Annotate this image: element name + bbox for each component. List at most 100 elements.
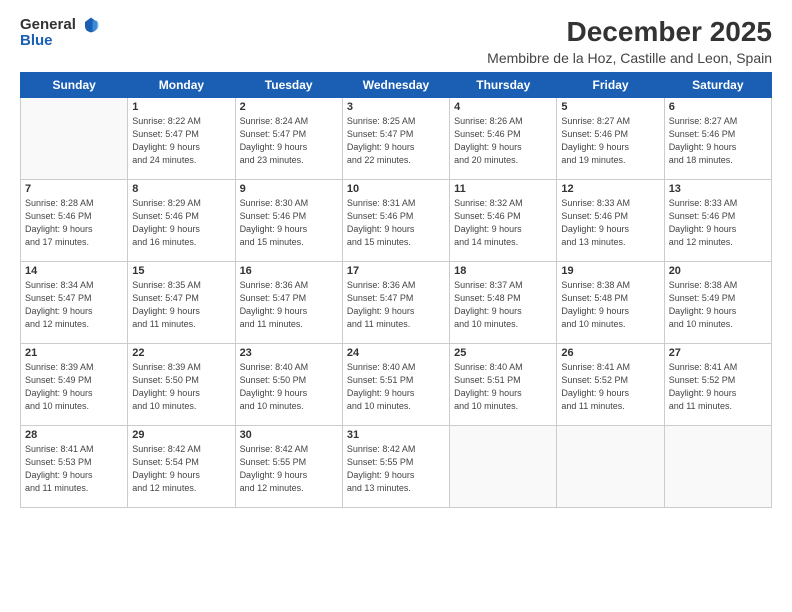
- day-number: 16: [240, 265, 338, 277]
- calendar-cell: 30 Sunrise: 8:42 AM Sunset: 5:55 PM Dayli…: [235, 426, 342, 508]
- day-number: 9: [240, 183, 338, 195]
- calendar-cell: 4Sunrise: 8:26 AM Sunset: 5:46 PM Daylig…: [450, 98, 557, 180]
- day-info: Sunrise: 8:29 AM Sunset: 5:46 PM Dayligh…: [132, 197, 230, 249]
- calendar-table: Sunday Monday Tuesday Wednesday Thursday…: [20, 72, 772, 508]
- header-wednesday: Wednesday: [342, 73, 449, 98]
- calendar-week-row-3: 14 Sunrise: 8:34 AM Sunset: 5:47 PM Dayli…: [21, 262, 772, 344]
- calendar-cell: 28Sunrise: 8:41 AM Sunset: 5:53 PM Dayli…: [21, 426, 128, 508]
- day-number: 23: [240, 347, 338, 359]
- calendar-cell: 16Sunrise: 8:36 AM Sunset: 5:47 PM Dayli…: [235, 262, 342, 344]
- day-number: 19: [561, 265, 659, 277]
- calendar-cell: 19 Sunrise: 8:38 AM Sunset: 5:48 PM Dayli…: [557, 262, 664, 344]
- calendar-cell: 2Sunrise: 8:24 AM Sunset: 5:47 PM Daylig…: [235, 98, 342, 180]
- calendar-cell: 11 Sunrise: 8:32 AM Sunset: 5:46 PM Dayli…: [450, 180, 557, 262]
- page: General Blue December 2025 Membibre de l…: [0, 0, 792, 612]
- header-tuesday: Tuesday: [235, 73, 342, 98]
- logo-blue: Blue: [20, 32, 100, 49]
- logo: General Blue: [20, 16, 100, 49]
- calendar-body: 1 Sunrise: 8:22 AM Sunset: 5:47 PM Daylig…: [21, 98, 772, 508]
- calendar-week-row-4: 21 Sunrise: 8:39 AM Sunset: 5:49 PM Dayli…: [21, 344, 772, 426]
- calendar-week-row-1: 1 Sunrise: 8:22 AM Sunset: 5:47 PM Daylig…: [21, 98, 772, 180]
- title-block: December 2025 Membibre de la Hoz, Castil…: [487, 16, 772, 66]
- day-info: Sunrise: 8:35 AM Sunset: 5:47 PM Dayligh…: [132, 279, 230, 331]
- calendar-cell: 15 Sunrise: 8:35 AM Sunset: 5:47 PM Dayli…: [128, 262, 235, 344]
- calendar-cell: 20 Sunrise: 8:38 AM Sunset: 5:49 PM Dayli…: [664, 262, 771, 344]
- month-title: December 2025: [487, 16, 772, 48]
- calendar-cell: 27 Sunrise: 8:41 AM Sunset: 5:52 PM Dayli…: [664, 344, 771, 426]
- day-info: Sunrise: 8:22 AM Sunset: 5:47 PM Dayligh…: [132, 115, 230, 167]
- header-monday: Monday: [128, 73, 235, 98]
- day-number: 29: [132, 429, 230, 441]
- calendar-cell: 17Sunrise: 8:36 AM Sunset: 5:47 PM Dayli…: [342, 262, 449, 344]
- calendar-cell: 12 Sunrise: 8:33 AM Sunset: 5:46 PM Dayli…: [557, 180, 664, 262]
- day-info: Sunrise: 8:31 AM Sunset: 5:46 PM Dayligh…: [347, 197, 445, 249]
- calendar-cell: [21, 98, 128, 180]
- day-number: 12: [561, 183, 659, 195]
- day-number: 6: [669, 101, 767, 113]
- calendar-cell: 9 Sunrise: 8:30 AM Sunset: 5:46 PM Daylig…: [235, 180, 342, 262]
- calendar-cell: 7 Sunrise: 8:28 AM Sunset: 5:46 PM Daylig…: [21, 180, 128, 262]
- day-number: 14: [25, 265, 123, 277]
- day-info: Sunrise: 8:42 AM Sunset: 5:55 PM Dayligh…: [347, 443, 445, 495]
- day-number: 7: [25, 183, 123, 195]
- day-info: Sunrise: 8:28 AM Sunset: 5:46 PM Dayligh…: [25, 197, 123, 249]
- calendar-cell: 31 Sunrise: 8:42 AM Sunset: 5:55 PM Dayli…: [342, 426, 449, 508]
- day-info: Sunrise: 8:33 AM Sunset: 5:46 PM Dayligh…: [561, 197, 659, 249]
- calendar-cell: [557, 426, 664, 508]
- calendar-cell: 22Sunrise: 8:39 AM Sunset: 5:50 PM Dayli…: [128, 344, 235, 426]
- day-number: 3: [347, 101, 445, 113]
- day-number: 17: [347, 265, 445, 277]
- day-info: Sunrise: 8:34 AM Sunset: 5:47 PM Dayligh…: [25, 279, 123, 331]
- day-number: 21: [25, 347, 123, 359]
- calendar-cell: 21 Sunrise: 8:39 AM Sunset: 5:49 PM Dayli…: [21, 344, 128, 426]
- header-saturday: Saturday: [664, 73, 771, 98]
- day-number: 11: [454, 183, 552, 195]
- day-number: 30: [240, 429, 338, 441]
- weekday-header-row: Sunday Monday Tuesday Wednesday Thursday…: [21, 73, 772, 98]
- calendar-week-row-5: 28Sunrise: 8:41 AM Sunset: 5:53 PM Dayli…: [21, 426, 772, 508]
- calendar-cell: 8 Sunrise: 8:29 AM Sunset: 5:46 PM Daylig…: [128, 180, 235, 262]
- day-info: Sunrise: 8:39 AM Sunset: 5:49 PM Dayligh…: [25, 361, 123, 413]
- day-number: 24: [347, 347, 445, 359]
- day-info: Sunrise: 8:41 AM Sunset: 5:52 PM Dayligh…: [669, 361, 767, 413]
- day-info: Sunrise: 8:27 AM Sunset: 5:46 PM Dayligh…: [561, 115, 659, 167]
- calendar-cell: 5 Sunrise: 8:27 AM Sunset: 5:46 PM Daylig…: [557, 98, 664, 180]
- day-number: 20: [669, 265, 767, 277]
- calendar-cell: 13 Sunrise: 8:33 AM Sunset: 5:46 PM Dayli…: [664, 180, 771, 262]
- day-info: Sunrise: 8:38 AM Sunset: 5:48 PM Dayligh…: [561, 279, 659, 331]
- day-number: 4: [454, 101, 552, 113]
- calendar-cell: 3 Sunrise: 8:25 AM Sunset: 5:47 PM Daylig…: [342, 98, 449, 180]
- calendar-cell: 6Sunrise: 8:27 AM Sunset: 5:46 PM Daylig…: [664, 98, 771, 180]
- calendar-cell: 29 Sunrise: 8:42 AM Sunset: 5:54 PM Dayli…: [128, 426, 235, 508]
- day-info: Sunrise: 8:37 AM Sunset: 5:48 PM Dayligh…: [454, 279, 552, 331]
- header: General Blue December 2025 Membibre de l…: [20, 16, 772, 66]
- day-info: Sunrise: 8:40 AM Sunset: 5:51 PM Dayligh…: [347, 361, 445, 413]
- day-number: 22: [132, 347, 230, 359]
- calendar-cell: 25Sunrise: 8:40 AM Sunset: 5:51 PM Dayli…: [450, 344, 557, 426]
- day-number: 10: [347, 183, 445, 195]
- day-info: Sunrise: 8:30 AM Sunset: 5:46 PM Dayligh…: [240, 197, 338, 249]
- day-info: Sunrise: 8:38 AM Sunset: 5:49 PM Dayligh…: [669, 279, 767, 331]
- day-number: 1: [132, 101, 230, 113]
- day-info: Sunrise: 8:32 AM Sunset: 5:46 PM Dayligh…: [454, 197, 552, 249]
- calendar-cell: 26 Sunrise: 8:41 AM Sunset: 5:52 PM Dayli…: [557, 344, 664, 426]
- day-number: 26: [561, 347, 659, 359]
- day-info: Sunrise: 8:33 AM Sunset: 5:46 PM Dayligh…: [669, 197, 767, 249]
- day-number: 31: [347, 429, 445, 441]
- day-number: 5: [561, 101, 659, 113]
- header-friday: Friday: [557, 73, 664, 98]
- logo-icon: [82, 16, 100, 34]
- day-info: Sunrise: 8:42 AM Sunset: 5:54 PM Dayligh…: [132, 443, 230, 495]
- calendar-cell: [450, 426, 557, 508]
- header-sunday: Sunday: [21, 73, 128, 98]
- day-info: Sunrise: 8:25 AM Sunset: 5:47 PM Dayligh…: [347, 115, 445, 167]
- day-info: Sunrise: 8:41 AM Sunset: 5:52 PM Dayligh…: [561, 361, 659, 413]
- day-number: 8: [132, 183, 230, 195]
- day-number: 27: [669, 347, 767, 359]
- day-info: Sunrise: 8:42 AM Sunset: 5:55 PM Dayligh…: [240, 443, 338, 495]
- calendar-cell: 10 Sunrise: 8:31 AM Sunset: 5:46 PM Dayli…: [342, 180, 449, 262]
- day-number: 13: [669, 183, 767, 195]
- day-info: Sunrise: 8:24 AM Sunset: 5:47 PM Dayligh…: [240, 115, 338, 167]
- calendar-cell: 24 Sunrise: 8:40 AM Sunset: 5:51 PM Dayli…: [342, 344, 449, 426]
- day-number: 15: [132, 265, 230, 277]
